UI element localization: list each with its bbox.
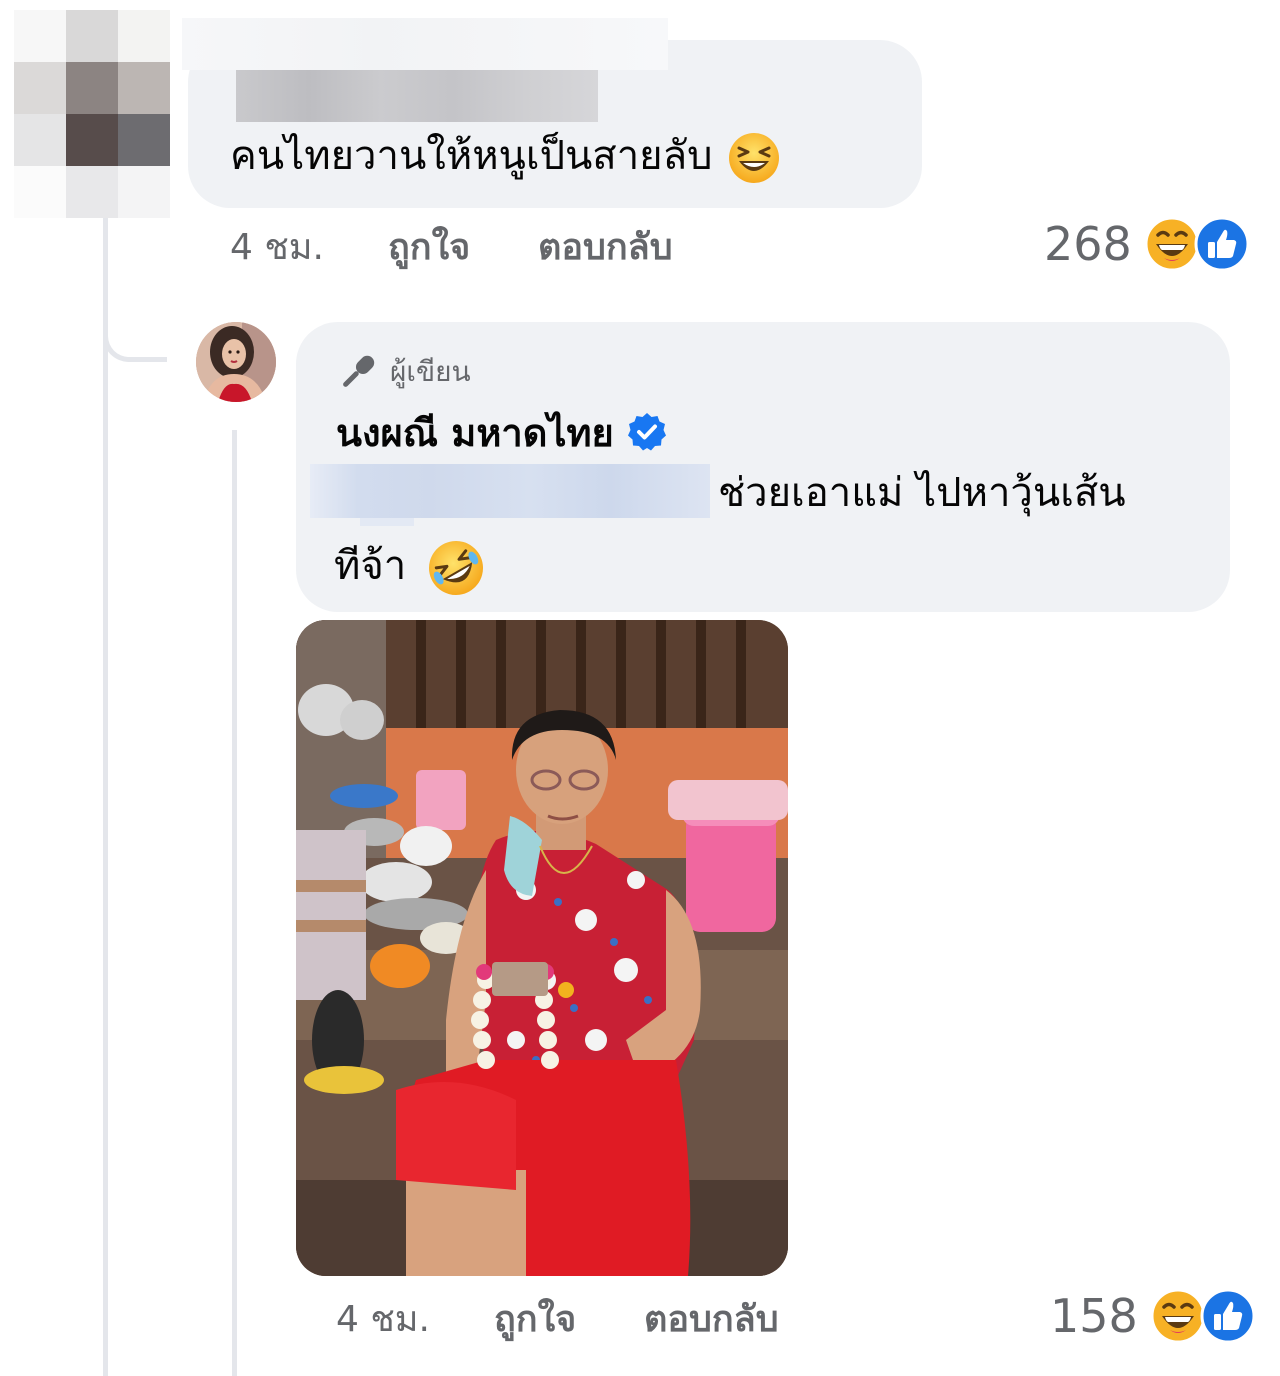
reply-text-line2-body: ทีจ้า <box>334 543 407 589</box>
reply-text-line1: ช่วยเอาแม่ ไปหาวุ้นเส้น <box>718 470 1126 516</box>
thread-line <box>103 218 108 1376</box>
thread-connector <box>103 300 167 362</box>
verified-badge-icon <box>627 413 666 451</box>
author-name-text[interactable]: นงผณี มหาดไทย <box>336 402 614 463</box>
reply-reaction-summary[interactable]: 158 <box>1050 1286 1256 1346</box>
reaction-summary[interactable]: 268 <box>1044 214 1250 274</box>
author-badge-label: ผู้เขียน <box>390 355 471 388</box>
reaction-count: 268 <box>1044 217 1132 271</box>
blurred-commenter-name <box>182 18 668 70</box>
like-reaction-icon <box>1200 1288 1256 1344</box>
photo-elderly-woman-in-red <box>296 620 788 1276</box>
reply-like-button[interactable]: ถูกใจ <box>494 1294 576 1346</box>
comment-text-body: คนไทยวานให้หนูเป็นสายลับ <box>230 133 713 179</box>
comment-actions: 4 ชม. ถูกใจ ตอบกลับ <box>230 222 750 274</box>
rolling-on-floor-laughing-emoji-icon <box>429 541 484 595</box>
comment-text: คนไทยวานให้หนูเป็นสายลับ <box>230 130 781 185</box>
photo-attachment[interactable] <box>296 620 788 1276</box>
reply-button[interactable]: ตอบกลับ <box>538 222 673 274</box>
reply-thread-line <box>232 430 237 1376</box>
blurred-mention <box>310 464 710 518</box>
author-badge: ผู้เขียน <box>336 348 471 396</box>
laughing-squinting-emoji-icon <box>728 133 779 183</box>
like-reaction-icon <box>1194 216 1250 272</box>
author-avatar-photo <box>196 322 276 402</box>
reply-reaction-count: 158 <box>1050 1289 1138 1343</box>
haha-reaction-icon <box>1144 216 1200 272</box>
reply-text-line2: ทีจ้า <box>334 534 486 598</box>
like-button[interactable]: ถูกใจ <box>388 222 470 274</box>
microphone-icon <box>343 355 375 387</box>
reply-actions: 4 ชม. ถูกใจ ตอบกลับ <box>336 1294 856 1346</box>
reply-timestamp[interactable]: 4 ชม. <box>336 1294 430 1346</box>
author-name[interactable]: นงผณี มหาดไทย <box>336 404 668 460</box>
haha-reaction-icon <box>1150 1288 1206 1344</box>
commenter-avatar-pixelated[interactable] <box>14 10 174 218</box>
author-avatar[interactable] <box>196 322 276 402</box>
comment-timestamp[interactable]: 4 ชม. <box>230 222 324 274</box>
blurred-commenter-name-pixels <box>236 70 598 122</box>
reply-reply-button[interactable]: ตอบกลับ <box>644 1294 779 1346</box>
blurred-mention-edge <box>360 518 414 526</box>
